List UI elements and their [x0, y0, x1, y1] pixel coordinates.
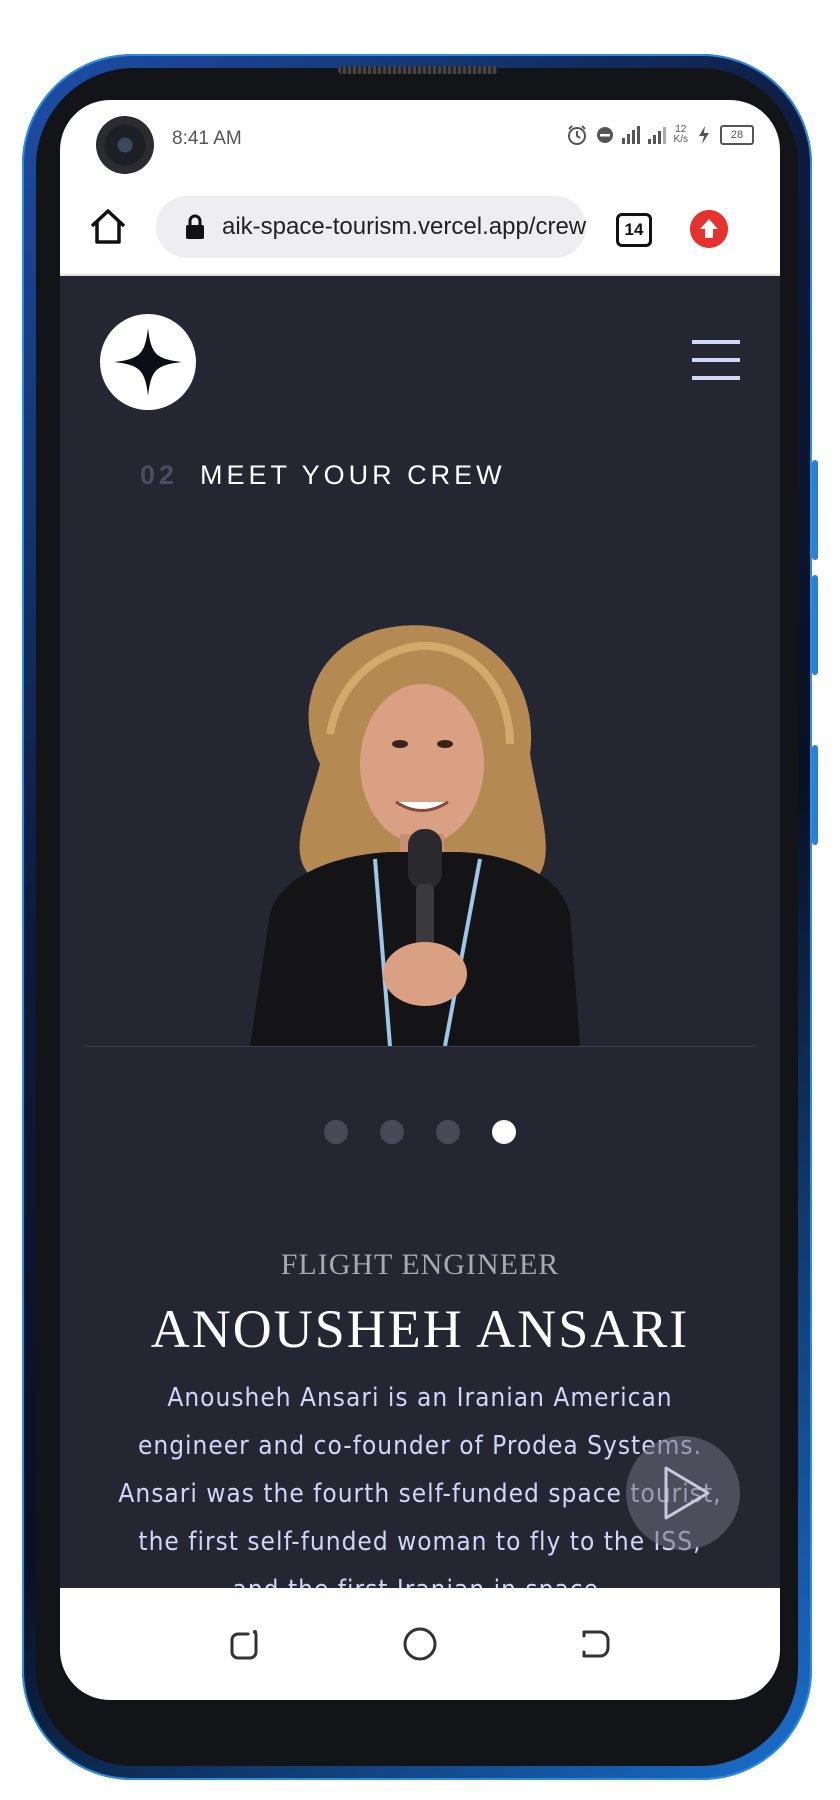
earpiece-speaker: [338, 66, 498, 74]
crew-name: ANOUSHEH ANSARI: [150, 1299, 690, 1359]
section-number: 02: [140, 460, 179, 490]
hamburger-menu-icon[interactable]: [692, 340, 740, 384]
front-camera: [96, 116, 154, 174]
pagination-dot-active[interactable]: [492, 1120, 516, 1144]
lock-icon: [186, 214, 204, 239]
signal-1-icon: [621, 126, 640, 144]
alarm-icon: [567, 125, 586, 145]
back-icon[interactable]: [574, 1624, 614, 1664]
tab-switcher-button[interactable]: 14: [616, 213, 652, 247]
status-time: 8:41 AM: [172, 128, 242, 149]
crew-page: 02 MEET YOUR CREW FLIGHT ENGINEER ANOUSH…: [60, 276, 780, 1588]
home-icon[interactable]: [86, 204, 130, 248]
status-bar: 8:41 AM 12 K/s 28: [60, 100, 780, 180]
floating-play-button[interactable]: [626, 1436, 740, 1550]
power-button: [812, 745, 818, 845]
crew-pagination: [324, 1120, 516, 1144]
do-not-disturb-icon: [596, 127, 613, 143]
play-icon: [664, 1466, 710, 1520]
section-title: MEET YOUR CREW: [200, 460, 506, 490]
crew-role: FLIGHT ENGINEER: [280, 1248, 560, 1281]
phone-screen: 8:41 AM 12 K/s 28 aik-space-tourism.verc…: [60, 100, 780, 1700]
pagination-dot[interactable]: [436, 1120, 460, 1144]
url-text: aik-space-tourism.vercel.app/crew: [222, 213, 586, 240]
url-input[interactable]: aik-space-tourism.vercel.app/crew: [156, 196, 586, 258]
pagination-dot[interactable]: [324, 1120, 348, 1144]
battery-indicator: 28: [720, 125, 754, 145]
network-speed: 12 K/s: [673, 124, 688, 145]
crew-portrait: [250, 625, 580, 1046]
signal-2-icon: [647, 126, 666, 144]
star-logo-shape: [114, 328, 182, 396]
portrait-divider: [84, 1046, 756, 1047]
status-icons: 12 K/s 28: [566, 124, 754, 146]
update-icon[interactable]: [690, 210, 728, 248]
browser-toolbar: aik-space-tourism.vercel.app/crew 14: [60, 180, 780, 276]
recents-icon[interactable]: [226, 1624, 266, 1664]
page-heading: 02 MEET YOUR CREW: [140, 460, 506, 491]
star-logo-icon[interactable]: [100, 314, 196, 410]
volume-up-button: [812, 460, 818, 560]
circle-home-icon[interactable]: [400, 1624, 440, 1664]
charging-icon: [699, 126, 709, 144]
pagination-dot[interactable]: [380, 1120, 404, 1144]
volume-down-button: [812, 575, 818, 675]
system-navigation-bar: [60, 1588, 780, 1700]
